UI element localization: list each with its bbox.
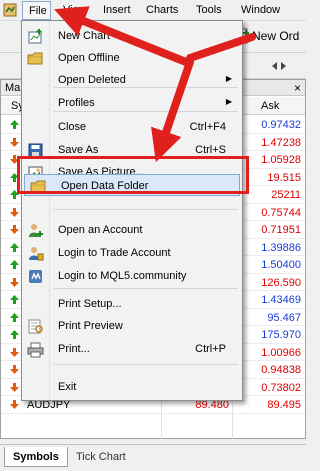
arrow-down-icon bbox=[10, 277, 19, 287]
ask-value: 0.94838 bbox=[261, 364, 301, 376]
menu-item-login-to-trade-account[interactable]: Login to Trade Account bbox=[22, 242, 242, 264]
annotation-highlight-box bbox=[17, 156, 249, 194]
menu-bar: File View Insert Charts Tools Window bbox=[0, 0, 306, 21]
folder-icon bbox=[27, 52, 43, 65]
mql5-icon bbox=[29, 270, 42, 283]
arrow-down-icon bbox=[10, 382, 19, 392]
menu-item-label: Login to Trade Account bbox=[58, 247, 171, 259]
menu-item-open-an-account[interactable]: Open an Account bbox=[22, 219, 242, 241]
ask-value: 175.970 bbox=[261, 329, 301, 341]
ask-value: 1.00966 bbox=[261, 346, 301, 359]
menu-file[interactable]: File bbox=[22, 1, 51, 20]
menu-view[interactable]: View bbox=[63, 4, 87, 16]
menu-item-profiles[interactable]: Profiles ▶ bbox=[22, 92, 242, 114]
menu-item-label: New Chart bbox=[58, 30, 110, 42]
menu-item-print[interactable]: Print... Ctrl+P bbox=[22, 338, 242, 360]
file-menu: New Chart Open Offline Open Deleted ▶ Profil… bbox=[21, 20, 243, 401]
menu-item-label: Exit bbox=[58, 381, 77, 393]
menu-item-shortcut: Ctrl+S bbox=[195, 144, 226, 156]
menu-item-label: Login to MQL5.community bbox=[58, 270, 187, 282]
ask-value: 126.590 bbox=[261, 276, 301, 289]
arrow-down-icon bbox=[10, 365, 19, 374]
ask-value: 95.467 bbox=[267, 311, 301, 324]
menu-item-label: Open an Account bbox=[58, 224, 143, 236]
chart-nav-icon[interactable] bbox=[270, 57, 288, 75]
menu-item-shortcut: Ctrl+F4 bbox=[189, 121, 226, 133]
menu-item-label: Open Deleted bbox=[58, 74, 126, 86]
add-account-icon bbox=[29, 224, 43, 237]
ask-value: 1.39886 bbox=[261, 241, 301, 254]
login-icon bbox=[29, 247, 44, 261]
menu-item-print-setup[interactable]: Print Setup... bbox=[22, 293, 242, 315]
menu-item-login-to-mql5-community[interactable]: Login to MQL5.community bbox=[22, 265, 242, 287]
menu-item-label: Print Preview bbox=[58, 320, 123, 332]
new-chart-icon bbox=[28, 29, 42, 44]
print-preview-icon bbox=[28, 319, 43, 334]
menu-item-label: Close bbox=[58, 121, 87, 133]
menu-item-open-deleted[interactable]: Open Deleted ▶ bbox=[22, 69, 242, 91]
ask-value: 1.43469 bbox=[261, 294, 301, 306]
arrow-down-icon bbox=[10, 207, 19, 217]
menu-tools[interactable]: Tools bbox=[196, 4, 222, 16]
ask-value: 0.75744 bbox=[261, 206, 301, 219]
arrow-up-icon bbox=[10, 330, 19, 339]
submenu-arrow-icon: ▶ bbox=[225, 97, 232, 106]
column-ask[interactable]: Ask bbox=[261, 100, 279, 112]
menu-item-new-chart[interactable]: New Chart bbox=[22, 25, 242, 47]
close-icon[interactable]: × bbox=[294, 81, 301, 95]
arrow-down-icon bbox=[10, 225, 19, 234]
app-icon[interactable] bbox=[3, 3, 17, 17]
menu-window[interactable]: Window bbox=[241, 4, 280, 16]
arrow-down-icon bbox=[10, 137, 19, 147]
printer-icon bbox=[27, 342, 44, 358]
tab-tick-chart[interactable]: Tick Chart bbox=[68, 447, 134, 467]
arrow-up-icon bbox=[10, 120, 19, 129]
arrow-up-icon bbox=[10, 295, 19, 304]
menu-separator bbox=[54, 288, 238, 289]
menu-item-open-offline[interactable]: Open Offline bbox=[22, 47, 242, 69]
arrow-up-icon bbox=[10, 260, 19, 269]
arrow-up-icon bbox=[10, 312, 19, 322]
arrow-down-icon bbox=[10, 400, 19, 409]
ask-value: 1.50400 bbox=[261, 259, 301, 271]
menu-item-shortcut: Ctrl+P bbox=[195, 343, 226, 355]
menu-charts[interactable]: Charts bbox=[146, 4, 178, 16]
tab-symbols[interactable]: Symbols bbox=[4, 447, 68, 467]
menu-separator bbox=[54, 364, 238, 365]
menu-item-label: Print Setup... bbox=[58, 298, 122, 310]
menu-item-label: Open Offline bbox=[58, 52, 120, 64]
ask-value: 0.71951 bbox=[261, 224, 301, 236]
menu-separator bbox=[54, 209, 238, 210]
menu-item-print-preview[interactable]: Print Preview bbox=[22, 315, 242, 337]
menu-item-close[interactable]: Close Ctrl+F4 bbox=[22, 116, 242, 138]
ask-value: 89.495 bbox=[267, 399, 301, 411]
ask-value: 0.73802 bbox=[261, 381, 301, 394]
tab-bar: Symbols Tick Chart bbox=[0, 444, 306, 471]
menu-item-exit[interactable]: Exit bbox=[22, 376, 242, 398]
new-order-button[interactable]: New Ord bbox=[252, 29, 299, 43]
ask-value: 0.97432 bbox=[261, 119, 301, 131]
arrow-up-icon bbox=[10, 242, 19, 252]
menu-item-label: Profiles bbox=[58, 97, 95, 109]
menu-item-label: Print... bbox=[58, 343, 90, 355]
ask-value: 1.47238 bbox=[261, 136, 301, 149]
menu-insert[interactable]: Insert bbox=[103, 4, 131, 16]
arrow-down-icon bbox=[10, 347, 19, 357]
submenu-arrow-icon: ▶ bbox=[225, 74, 232, 83]
menu-item-label: Save As bbox=[58, 144, 99, 156]
